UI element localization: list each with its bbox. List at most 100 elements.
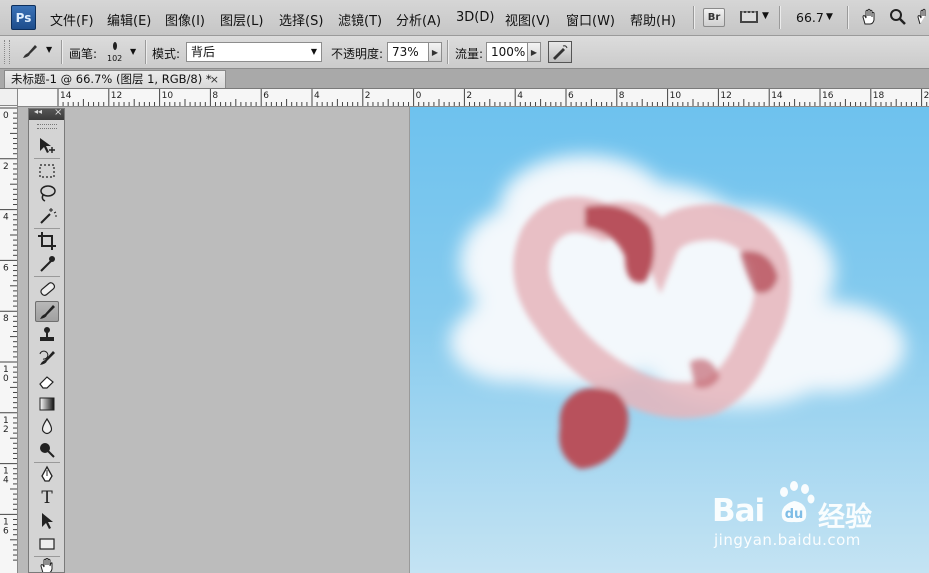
history-brush-tool[interactable] <box>35 347 59 368</box>
zoom-icon[interactable] <box>889 8 907 29</box>
collapse-icon[interactable]: ◂◂ <box>34 107 42 116</box>
horizontal-ruler[interactable]: 141210864202468101214161820 <box>18 89 929 107</box>
ruler-label: 6 <box>568 91 574 101</box>
flow-input[interactable]: 100% <box>486 42 528 62</box>
zoom-dropdown-icon[interactable]: ▼ <box>826 12 833 22</box>
menu-image[interactable]: 图像(I) <box>165 10 205 29</box>
brush-picker[interactable]: 102 ▼ <box>104 40 140 66</box>
healing-brush-tool-icon <box>40 281 56 296</box>
lasso-tool[interactable] <box>35 182 59 203</box>
menu-help[interactable]: 帮助(H) <box>630 10 676 29</box>
menu-filter[interactable]: 滤镜(T) <box>338 10 382 29</box>
photoshop-logo[interactable]: Ps <box>11 5 36 30</box>
crop-tool[interactable] <box>35 230 59 251</box>
opacity-label: 不透明度: <box>331 47 384 61</box>
eyedropper-tool-icon <box>40 255 55 272</box>
chevron-down-icon: ▼ <box>46 45 53 54</box>
screen-mode-button[interactable] <box>739 9 759 25</box>
menu-file[interactable]: 文件(F) <box>50 10 94 29</box>
brush-icon <box>23 45 37 58</box>
vertical-ruler[interactable]: 0246810121416 <box>0 106 18 573</box>
hand-icon[interactable] <box>860 8 878 29</box>
ruler-origin[interactable] <box>0 89 18 106</box>
menu-3d[interactable]: 3D(D) <box>456 10 494 25</box>
toolbox-separator <box>34 556 60 557</box>
tool-preset-picker[interactable]: ▼ <box>18 41 58 63</box>
gradient-tool[interactable] <box>35 393 59 414</box>
mode-label: 模式: <box>152 47 181 61</box>
menu-bar: Ps 文件(F) 编辑(E) 图像(I) 图层(L) 选择(S) 滤镜(T) 分… <box>0 0 929 36</box>
toolbox-separator <box>34 158 60 159</box>
toolbox-grip[interactable] <box>37 124 57 129</box>
type-tool[interactable]: T <box>35 487 59 508</box>
toolbox-header[interactable]: ◂◂ × <box>29 107 64 120</box>
ruler-label: 6 <box>263 91 269 101</box>
menu-layer[interactable]: 图层(L) <box>220 10 263 29</box>
zoom-level[interactable]: 66.7 <box>796 10 824 25</box>
brush-tool[interactable] <box>35 301 59 322</box>
pen-tool[interactable] <box>35 464 59 485</box>
ruler-label: 10 <box>670 91 682 101</box>
ruler-label: 6 <box>3 526 9 536</box>
toolbox-separator <box>34 462 60 463</box>
document-tab[interactable]: 未标题-1 @ 66.7% (图层 1, RGB/8) * × <box>4 70 226 88</box>
gradient-tool-icon <box>39 397 55 410</box>
eraser-tool[interactable] <box>35 370 59 391</box>
bridge-button[interactable]: Br <box>703 8 725 27</box>
magic-wand-tool[interactable] <box>35 205 59 226</box>
clone-stamp-tool[interactable] <box>35 324 59 345</box>
airbrush-icon <box>553 45 568 60</box>
hand-tool-icon <box>40 558 53 572</box>
ruler-label: 14 <box>60 91 72 101</box>
rotate-view-icon[interactable] <box>916 8 929 29</box>
rectangle-tool[interactable] <box>35 533 59 554</box>
ruler-label: 4 <box>517 91 523 101</box>
eyedropper-tool[interactable] <box>35 253 59 274</box>
opacity-slider-button[interactable]: ▶ <box>428 42 442 62</box>
path-selection-tool[interactable] <box>35 510 59 531</box>
opacity-input[interactable]: 73% <box>387 42 429 62</box>
horizontal-ruler-ticks: 141210864202468101214161820 <box>57 89 929 106</box>
svg-text:du: du <box>785 507 804 522</box>
flow-slider-button[interactable]: ▶ <box>527 42 541 62</box>
ruler-label: 0 <box>3 111 9 121</box>
close-icon[interactable]: × <box>54 107 62 118</box>
options-separator <box>447 40 449 64</box>
dodge-tool-icon <box>40 442 55 458</box>
options-grip[interactable] <box>4 40 10 64</box>
mode-select[interactable]: 背后 ▼ <box>186 42 322 62</box>
triangle-right-icon: ▶ <box>530 47 538 57</box>
toolbox-panel: ◂◂ × T <box>28 107 65 573</box>
watermark-brand-b: 经验 <box>818 502 872 533</box>
move-tool[interactable] <box>35 135 59 156</box>
chevron-down-icon[interactable]: ▼ <box>762 11 769 21</box>
ruler-label: 18 <box>873 91 885 101</box>
ruler-label: 12 <box>720 91 731 101</box>
menu-window[interactable]: 窗口(W) <box>566 10 615 29</box>
chevron-down-icon: ▼ <box>310 47 317 56</box>
menu-view[interactable]: 视图(V) <box>505 10 550 29</box>
dodge-tool[interactable] <box>35 439 59 460</box>
brush-label: 画笔: <box>69 47 98 61</box>
marquee-tool[interactable] <box>35 160 59 181</box>
ruler-label: 0 <box>3 374 9 384</box>
menu-edit[interactable]: 编辑(E) <box>107 10 151 29</box>
options-bar: ▼ 画笔: 102 ▼ 模式: 背后 ▼ 不透明度: 73% ▶ 流量: 100… <box>0 36 929 69</box>
airbrush-toggle[interactable] <box>548 41 572 63</box>
marquee-tool-icon <box>39 163 55 178</box>
brush-size: 102 <box>107 54 123 63</box>
ruler-label: 8 <box>3 314 9 324</box>
hand-tool[interactable] <box>35 558 59 572</box>
magic-wand-tool-icon <box>40 207 57 224</box>
pasteboard[interactable] <box>64 107 409 573</box>
blur-tool[interactable] <box>35 416 59 437</box>
menu-select[interactable]: 选择(S) <box>279 10 323 29</box>
ruler-label: 8 <box>212 91 218 101</box>
healing-brush-tool[interactable] <box>35 278 59 299</box>
close-icon[interactable]: × <box>210 71 219 88</box>
ruler-label: 2 <box>3 425 9 435</box>
eraser-tool-icon <box>39 375 54 389</box>
menu-analysis[interactable]: 分析(A) <box>396 10 441 29</box>
crop-tool-icon <box>38 231 56 250</box>
ruler-label: 12 <box>111 91 122 101</box>
